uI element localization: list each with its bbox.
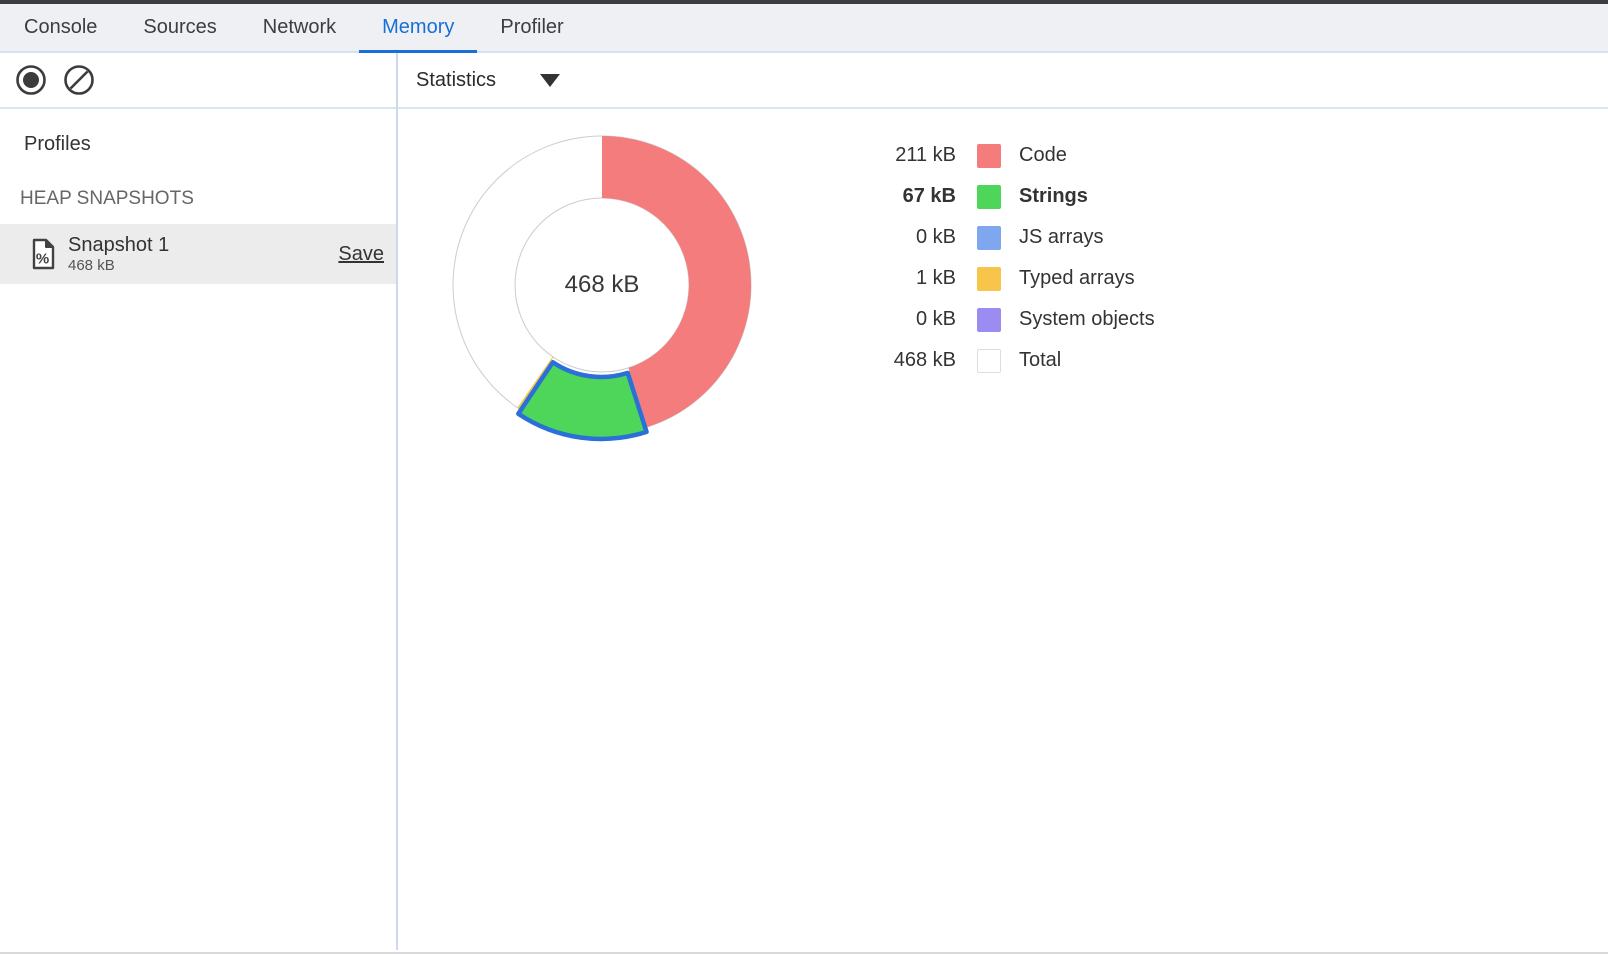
legend-value: 468 kB	[856, 349, 956, 372]
save-snapshot-link[interactable]: Save	[338, 243, 384, 266]
tab-network[interactable]: Network	[240, 4, 359, 51]
legend-row-js-arrays[interactable]: 0 kB JS arrays	[856, 217, 1155, 258]
legend-row-code[interactable]: 211 kB Code	[856, 135, 1155, 176]
record-heap-snapshot-button[interactable]	[15, 64, 47, 96]
memory-panel-toolbar: Statistics	[398, 53, 1608, 109]
clear-all-profiles-button[interactable]	[63, 64, 95, 96]
legend-value: 1 kB	[856, 267, 956, 290]
perspective-select[interactable]: Statistics	[406, 60, 570, 100]
legend-label: Strings	[1019, 185, 1088, 208]
legend-swatch	[977, 349, 1001, 373]
donut-chart-svg	[442, 125, 762, 445]
legend-row-strings[interactable]: 67 kB Strings	[856, 176, 1155, 217]
snapshot-list-item[interactable]: % Snapshot 1 468 kB Save	[0, 224, 396, 284]
legend-label: JS arrays	[1019, 226, 1103, 249]
snapshot-texts: Snapshot 1 468 kB	[68, 234, 338, 274]
legend-value: 211 kB	[856, 144, 956, 167]
heap-snapshot-document-icon: %	[30, 238, 56, 270]
clear-icon	[63, 64, 95, 96]
profiles-list: Profiles HEAP SNAPSHOTS % Snapshot 1 468…	[0, 109, 396, 950]
tab-profiler[interactable]: Profiler	[477, 4, 586, 51]
perspective-select-label: Statistics	[416, 69, 496, 92]
legend-value: 0 kB	[856, 226, 956, 249]
tab-console[interactable]: Console	[1, 4, 120, 51]
profiles-toolbar	[0, 53, 396, 109]
devtools-memory-panel: { "tabs": { "active": "Memory", "items":…	[0, 0, 1608, 954]
statistics-canvas: 468 kB 211 kB Code 67 kB Strings 0 kB JS…	[398, 109, 1608, 950]
legend-swatch	[977, 308, 1001, 332]
legend-label: System objects	[1019, 308, 1155, 331]
pie-slice-strings[interactable]	[518, 362, 646, 439]
dropdown-caret-icon	[540, 74, 560, 87]
svg-text:%: %	[36, 251, 49, 268]
legend-swatch	[977, 144, 1001, 168]
legend-swatch	[977, 226, 1001, 250]
panel-body: Profiles HEAP SNAPSHOTS % Snapshot 1 468…	[0, 53, 1608, 950]
donut-outline-circle	[515, 198, 689, 372]
legend-row-system-objects[interactable]: 0 kB System objects	[856, 299, 1155, 340]
legend-swatch	[977, 185, 1001, 209]
legend-label: Code	[1019, 144, 1067, 167]
tab-sources[interactable]: Sources	[120, 4, 239, 51]
legend-label: Total	[1019, 349, 1061, 372]
legend-value: 0 kB	[856, 308, 956, 331]
legend-swatch	[977, 267, 1001, 291]
statistics-view: Statistics 468 kB 211 kB Code 67 kB Stri…	[398, 53, 1608, 950]
legend-row-total[interactable]: 468 kB Total	[856, 340, 1155, 381]
legend-label: Typed arrays	[1019, 267, 1135, 290]
legend-row-typed-arrays[interactable]: 1 kB Typed arrays	[856, 258, 1155, 299]
devtools-tab-bar: ConsoleSourcesNetworkMemoryProfiler	[0, 4, 1608, 53]
heap-snapshots-section-title: HEAP SNAPSHOTS	[20, 188, 396, 210]
profiles-sidebar: Profiles HEAP SNAPSHOTS % Snapshot 1 468…	[0, 53, 398, 950]
legend-value: 67 kB	[856, 185, 956, 208]
chart-legend: 211 kB Code 67 kB Strings 0 kB JS arrays…	[856, 135, 1155, 381]
tab-memory[interactable]: Memory	[359, 4, 477, 51]
snapshot-title: Snapshot 1	[68, 234, 338, 257]
heap-statistics-donut-chart: 468 kB	[442, 125, 762, 445]
profiles-heading: Profiles	[24, 133, 396, 156]
snapshot-size: 468 kB	[68, 257, 338, 274]
record-icon	[15, 64, 47, 96]
